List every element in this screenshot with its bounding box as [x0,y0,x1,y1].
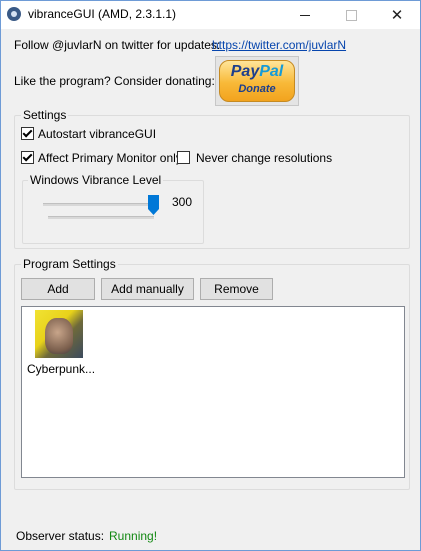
never-change-resolutions-label[interactable]: Never change resolutions [196,151,332,165]
settings-group-label: Settings [21,108,69,122]
paypal-donate-button[interactable]: PayPal Donate [215,56,299,106]
vibrance-value: 300 [172,195,193,209]
affect-primary-checkbox[interactable] [21,151,34,164]
window-title: vibranceGUI (AMD, 2.3.1.1) [28,7,177,21]
program-settings-group-label: Program Settings [21,257,118,271]
paypal-pay-text: Pay [230,63,260,80]
vibrance-group-label: Windows Vibrance Level [28,173,164,187]
title-bar[interactable]: vibranceGUI (AMD, 2.3.1.1) ✕ [1,1,420,29]
autostart-label[interactable]: Autostart vibranceGUI [38,127,156,141]
vibrance-group [22,180,204,244]
add-manually-button[interactable]: Add manually [101,278,194,300]
program-name: Cyberpunk... [27,362,96,376]
never-change-resolutions-checkbox[interactable] [177,151,190,164]
cyberpunk-game-icon [35,310,83,358]
twitter-link[interactable]: https://twitter.com/juvlarN [212,38,346,52]
paypal-logo: PayPal Donate [219,60,295,102]
remove-button[interactable]: Remove [200,278,273,300]
paypal-donate-text: Donate [238,83,276,95]
observer-status-label: Observer status: [16,529,105,543]
paypal-pal-text: Pal [259,63,284,80]
close-button[interactable]: ✕ [374,1,420,29]
donate-prompt: Like the program? Consider donating: [14,74,215,88]
vibrance-slider-track[interactable] [43,203,158,206]
follow-text: Follow @juvlarN on twitter for updates: [14,38,221,52]
add-button[interactable]: Add [21,278,95,300]
autostart-checkbox[interactable] [21,127,34,140]
vibrance-slider-tick-line [48,216,154,219]
observer-status-value: Running! [109,529,158,543]
app-gear-icon [7,7,21,21]
program-list[interactable]: Cyberpunk... [21,306,405,478]
affect-primary-label[interactable]: Affect Primary Monitor only [38,151,182,165]
minimize-button[interactable] [282,1,328,29]
maximize-button[interactable] [328,1,374,29]
close-icon: ✕ [390,7,404,24]
